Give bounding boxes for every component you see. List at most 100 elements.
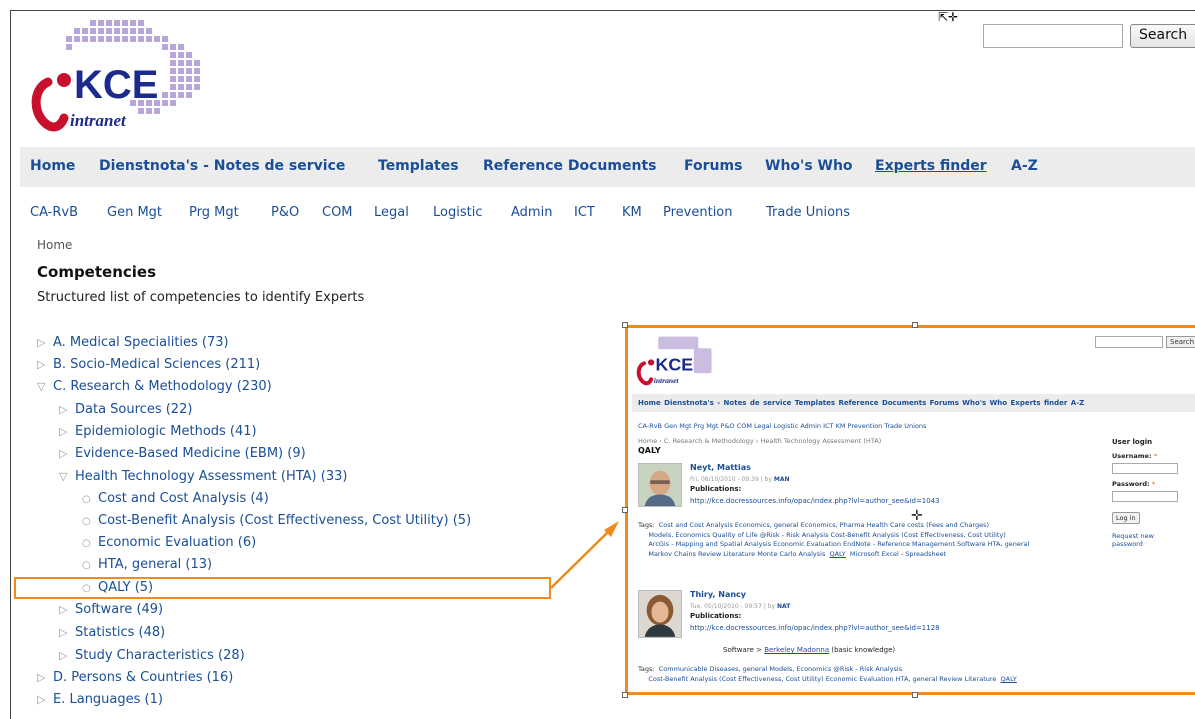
- inset-kce-logo: KCE intranet: [636, 336, 712, 386]
- svg-text:KCE: KCE: [74, 63, 158, 107]
- username-field: [1112, 463, 1178, 474]
- resize-handle: [622, 692, 628, 698]
- password-label: Password: *: [1112, 480, 1156, 488]
- inset-title: QALY: [638, 446, 661, 455]
- nav-a-z[interactable]: A-Z: [1011, 158, 1038, 174]
- tree-item-study-characteristics[interactable]: ▷ Study Characteristics (28): [59, 648, 245, 663]
- nav-templates[interactable]: Templates: [378, 158, 459, 174]
- subnav-legal[interactable]: Legal: [374, 205, 409, 220]
- tree-item-hta[interactable]: ▽ Health Technology Assessment (HTA) (33): [59, 469, 347, 484]
- triangle-right-icon: ▷: [37, 358, 46, 371]
- subnav-p-and-o[interactable]: P&O: [271, 205, 299, 220]
- expert-photo-thiry: [638, 590, 682, 638]
- tree-item-cost-benefit-analysis[interactable]: ○ Cost-Benefit Analysis (Cost Effectivene…: [82, 513, 471, 528]
- mouse-pointer-icon: ⇱✛: [938, 10, 959, 24]
- nav-forums[interactable]: Forums: [684, 158, 742, 174]
- tree-item-research-methodology[interactable]: ▽ C. Research & Methodology (230): [37, 379, 272, 394]
- expert-photo-neyt: [638, 463, 682, 507]
- nav-reference-documents[interactable]: Reference Documents: [483, 158, 656, 174]
- expert-meta-neyt: Fri, 08/10/2010 - 09:39 | by MAN: [690, 476, 790, 483]
- circle-icon: ○: [82, 516, 91, 527]
- triangle-right-icon: ▷: [59, 403, 68, 416]
- expert-tags-neyt: Tags: Cost and Cost Analysis Economics, …: [638, 521, 1030, 558]
- inset-sub-nav: CA-RvB Gen Mgt Prg Mgt P&O COM Legal Log…: [638, 422, 927, 430]
- inset-screenshot: KCE intranet Search Home Dienstnota's - …: [625, 325, 1195, 695]
- tree-item-medical-specialities[interactable]: ▷ A. Medical Specialities (73): [37, 335, 229, 350]
- login-button: Log in: [1112, 512, 1140, 524]
- tree-item-software[interactable]: ▷ Software (49): [59, 602, 163, 617]
- triangle-right-icon: ▷: [59, 626, 68, 639]
- subnav-admin[interactable]: Admin: [511, 205, 552, 220]
- subnav-com[interactable]: COM: [322, 205, 353, 220]
- resize-handle: [912, 322, 918, 328]
- expert-name-thiry: Thiry, Nancy: [690, 590, 747, 599]
- nav-home[interactable]: Home: [30, 158, 75, 174]
- main-nav: Home Dienstnota's - Notes de service Tem…: [20, 147, 1195, 187]
- password-field: [1112, 491, 1178, 502]
- resize-handle: [912, 692, 918, 698]
- triangle-right-icon: ▷: [59, 603, 68, 616]
- svg-text:intranet: intranet: [70, 111, 127, 130]
- inset-user-login: User login Username: * Password: * Log i…: [1112, 438, 1195, 548]
- move-crosshair-icon: ✛: [911, 508, 923, 524]
- inset-search-input: [1095, 336, 1163, 348]
- nav-experts-finder[interactable]: Experts finder: [875, 158, 987, 174]
- subnav-km[interactable]: KM: [622, 205, 642, 220]
- qaly-highlight-box: [14, 577, 551, 599]
- tree-item-economic-evaluation[interactable]: ○ Economic Evaluation (6): [82, 535, 256, 550]
- subnav-gen-mgt[interactable]: Gen Mgt: [107, 205, 162, 220]
- tree-item-socio-medical-sciences[interactable]: ▷ B. Socio-Medical Sciences (211): [37, 357, 260, 372]
- resize-handle: [622, 507, 628, 513]
- page-title: Competencies: [37, 263, 157, 281]
- tree-item-languages[interactable]: ▷ E. Languages (1): [37, 692, 163, 707]
- resize-handle: [622, 322, 628, 328]
- circle-icon: ○: [82, 538, 91, 549]
- triangle-right-icon: ▷: [37, 693, 46, 706]
- subnav-prg-mgt[interactable]: Prg Mgt: [189, 205, 239, 220]
- expert-name-neyt: Neyt, Mattias: [690, 463, 751, 472]
- expert-tags-thiry: Tags: Communicable Diseases, general Mod…: [638, 665, 1017, 683]
- expert-publications-link-2: http://kce.docressources.info/opac/index…: [690, 624, 940, 632]
- tree-item-persons-countries[interactable]: ▷ D. Persons & Countries (16): [37, 670, 233, 685]
- circle-icon: ○: [82, 560, 91, 571]
- tree-item-cost-analysis[interactable]: ○ Cost and Cost Analysis (4): [82, 491, 269, 506]
- page-description: Structured list of competencies to ident…: [37, 290, 365, 305]
- svg-text:KCE: KCE: [656, 354, 694, 374]
- expert-publications-label: Publications:: [690, 485, 742, 493]
- expert-publications-link: http://kce.docressources.info/opac/index…: [690, 497, 940, 505]
- circle-icon: ○: [82, 494, 91, 505]
- triangle-right-icon: ▷: [37, 336, 46, 349]
- breadcrumb[interactable]: Home: [37, 238, 72, 252]
- tree-item-epidemiologic-methods[interactable]: ▷ Epidemiologic Methods (41): [59, 424, 257, 439]
- triangle-right-icon: ▷: [59, 649, 68, 662]
- inset-main-nav: Home Dienstnota's - Notes de service Tem…: [632, 394, 1195, 412]
- tree-item-hta-general[interactable]: ○ HTA, general (13): [82, 557, 212, 572]
- search-input[interactable]: [983, 24, 1123, 48]
- search-button[interactable]: Search: [1130, 24, 1195, 48]
- kce-intranet-logo[interactable]: KCE intranet: [30, 18, 210, 140]
- subnav-ca-rvb[interactable]: CA-RvB: [30, 205, 78, 220]
- triangle-right-icon: ▷: [59, 425, 68, 438]
- triangle-down-icon: ▽: [37, 380, 46, 393]
- username-label: Username: *: [1112, 452, 1158, 460]
- triangle-right-icon: ▷: [37, 671, 46, 684]
- expert-software: Software > Berkeley Madonna (basic knowl…: [723, 646, 896, 654]
- triangle-down-icon: ▽: [59, 470, 68, 483]
- request-password-link: Request new password: [1112, 532, 1154, 548]
- expert-publications-label-2: Publications:: [690, 612, 742, 620]
- expert-meta-thiry: Tue, 05/10/2010 - 09:57 | by NAT: [690, 603, 791, 610]
- login-title: User login: [1112, 438, 1153, 446]
- nav-whos-who[interactable]: Who's Who: [765, 158, 853, 174]
- inset-breadcrumb: Home › C. Research & Methodology › Healt…: [638, 437, 882, 445]
- tree-item-evidence-based-medicine[interactable]: ▷ Evidence-Based Medicine (EBM) (9): [59, 446, 306, 461]
- svg-text:intranet: intranet: [654, 376, 680, 385]
- inset-search-button: Search: [1166, 336, 1195, 348]
- triangle-right-icon: ▷: [59, 447, 68, 460]
- subnav-prevention[interactable]: Prevention: [663, 205, 733, 220]
- subnav-logistic[interactable]: Logistic: [433, 205, 482, 220]
- tree-item-statistics[interactable]: ▷ Statistics (48): [59, 625, 165, 640]
- subnav-ict[interactable]: ICT: [574, 205, 595, 220]
- tree-item-data-sources[interactable]: ▷ Data Sources (22): [59, 402, 192, 417]
- nav-notes-de-service[interactable]: Dienstnota's - Notes de service: [99, 158, 345, 174]
- subnav-trade-unions[interactable]: Trade Unions: [766, 205, 850, 220]
